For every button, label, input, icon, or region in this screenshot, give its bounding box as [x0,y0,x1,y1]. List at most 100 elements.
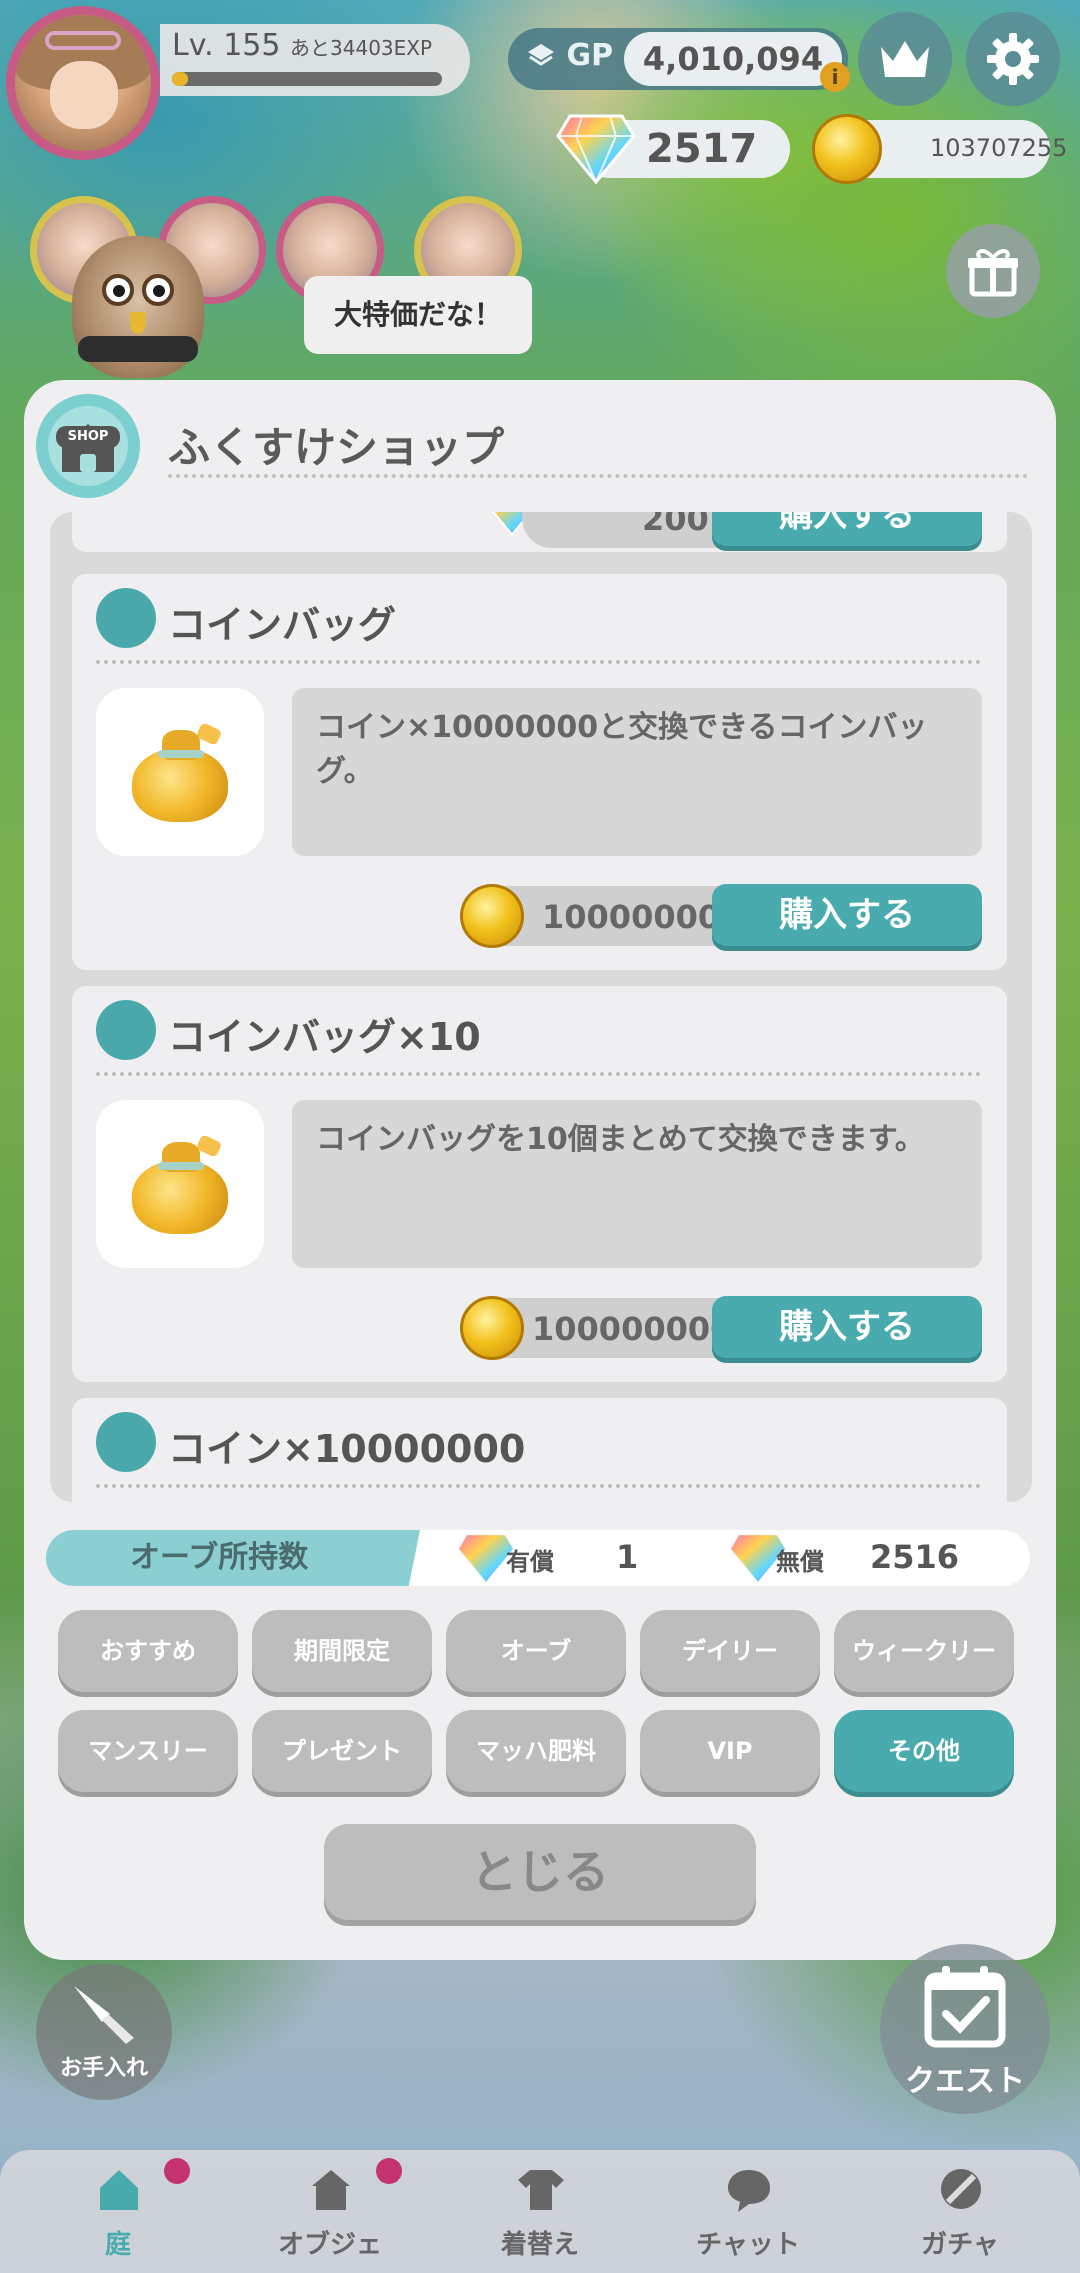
gp-label-text: GP [566,38,614,73]
quest-label: クエスト [905,2064,1025,2099]
item-name: コイン×10000000 [168,1427,526,1471]
coin-icon [460,1296,524,1360]
paid-orb-label: 有償 [506,1548,554,1576]
exp-remaining: あと34403EXP [290,36,433,60]
category-tab[interactable]: オーブ [446,1610,626,1692]
orb-balance-value: 2517 [646,126,758,172]
shop-title: ふくすけショップ [168,423,505,472]
avatar-face [50,61,119,130]
object-icon [312,2170,350,2210]
item-divider [96,1072,981,1076]
level-text: Lv. 155 あと34403EXP [172,28,432,63]
nav-label: 庭 [104,2230,131,2260]
buy-button[interactable]: 購入する [712,1296,982,1358]
care-label: お手入れ [59,2056,148,2081]
item-divider [96,1484,981,1488]
coin-icon [460,884,524,948]
item-dot [96,588,156,648]
category-tab[interactable]: その他 [834,1710,1014,1792]
crown-icon [881,41,929,77]
item-description: コイン×10000000と交換できるコインバッグ。 [292,688,982,856]
item-card-coin-bag-x10: コインバッグ×10 コインバッグを10個まとめて交換できます。 10000000… [72,986,1007,1382]
item-price-partial: 200 [642,512,709,538]
shop-icon-house: SHOP [48,406,128,486]
nav-badge [376,2158,402,2184]
item-description: コインバッグを10個まとめて交換できます。 [292,1100,982,1268]
category-tab[interactable]: 期間限定 [252,1610,432,1692]
free-orb-value: 2516 [870,1538,960,1576]
orb-gem-icon [556,114,636,184]
shirt-icon [518,2170,564,2210]
category-tab[interactable]: プレゼント [252,1710,432,1792]
paid-orb-value: 1 [616,1538,639,1576]
gp-value-box: 4,010,094 [624,32,842,86]
nav-item-gacha[interactable]: ガチャ [852,2150,1068,2273]
gacha-icon [941,2169,981,2209]
nav-label: オブジェ [277,2230,382,2260]
orb-count-label: オーブ所持数 [46,1530,420,1586]
ranking-button[interactable] [858,12,952,106]
owl-beak [130,312,146,334]
nav-item-dressup[interactable]: 着替え [432,2150,648,2273]
close-button[interactable]: とじる [324,1824,756,1920]
item-thumbnail [96,1100,264,1268]
nav-item-garden[interactable]: 庭 [10,2150,226,2273]
category-tab[interactable]: マッハ肥料 [446,1710,626,1792]
item-card-coin-bag: コインバッグ コイン×10000000と交換できるコインバッグ。 1000000… [72,574,1007,970]
item-divider [96,660,981,664]
shop-icon-tag: SHOP [56,426,120,448]
gp-info-icon[interactable]: i [820,62,850,92]
item-name: コインバッグ [168,603,397,647]
item-price: 10000000 [542,898,721,936]
category-tab[interactable]: VIP [640,1710,820,1792]
trowel-icon [74,1986,134,2044]
settings-button[interactable] [966,12,1060,106]
level-label: Lv. 155 [172,28,281,63]
quest-button[interactable]: クエスト [880,1944,1050,2114]
gp-label: GP [526,38,613,73]
category-tab[interactable]: おすすめ [58,1610,238,1692]
nav-label: 着替え [500,2230,579,2260]
avatar-glasses [44,31,122,51]
level-bar: Lv. 155 あと34403EXP [160,24,470,96]
coin-balance-value: 103707255 [930,134,1068,162]
shop-icon: SHOP [36,394,140,498]
category-tab[interactable]: ウィークリー [834,1610,1014,1692]
shop-panel: SHOP ふくすけショップ 200 購入する コインバッグ コイン×100000… [24,380,1056,1960]
gift-icon [968,249,1018,297]
exp-progress-track [172,72,442,86]
item-card-coin: コイン×10000000 [72,1398,1007,1502]
item-price: 100000000 [532,1310,733,1348]
category-tab[interactable]: マンスリー [58,1710,238,1792]
mascot-speech-bubble: 大特価だな！ [304,276,532,354]
coin-icon [812,114,882,184]
item-dot [96,1412,156,1472]
gp-leaf-icon [528,44,554,66]
gp-display[interactable]: GP 4,010,094 i [508,28,850,92]
nav-label: ガチャ [921,2230,999,2260]
house-icon [100,2170,138,2210]
gift-button[interactable] [946,224,1040,318]
shop-item-list[interactable]: 200 購入する コインバッグ コイン×10000000と交換できるコインバッグ… [50,512,1032,1502]
nav-item-objects[interactable]: オブジェ [222,2150,438,2273]
gp-value: 4,010,094 [642,40,824,78]
orb-count-row: オーブ所持数 有償 1 無償 2516 [46,1530,1030,1586]
owl-eye-left [102,274,134,306]
coin-bag-icon [128,1134,232,1234]
category-tab[interactable]: デイリー [640,1610,820,1692]
owl-mascot [72,236,204,378]
owl-eye-right [142,274,174,306]
chat-icon [728,2170,770,2212]
player-avatar[interactable] [6,6,160,160]
care-button[interactable]: お手入れ [36,1964,172,2100]
buy-button[interactable]: 購入する [712,884,982,946]
exp-progress-fill [172,72,189,86]
buy-button-partial[interactable]: 購入する [712,512,982,546]
item-thumbnail [96,688,264,856]
gear-icon [987,33,1039,85]
nav-item-chat[interactable]: チャット [640,2150,856,2273]
bottom-nav: 庭 オブジェ 着替え チャット ガチャ [0,2150,1080,2273]
calendar-check-icon [924,1966,1006,2048]
nav-label: チャット [696,2230,800,2260]
free-orb-label: 無償 [776,1548,824,1576]
